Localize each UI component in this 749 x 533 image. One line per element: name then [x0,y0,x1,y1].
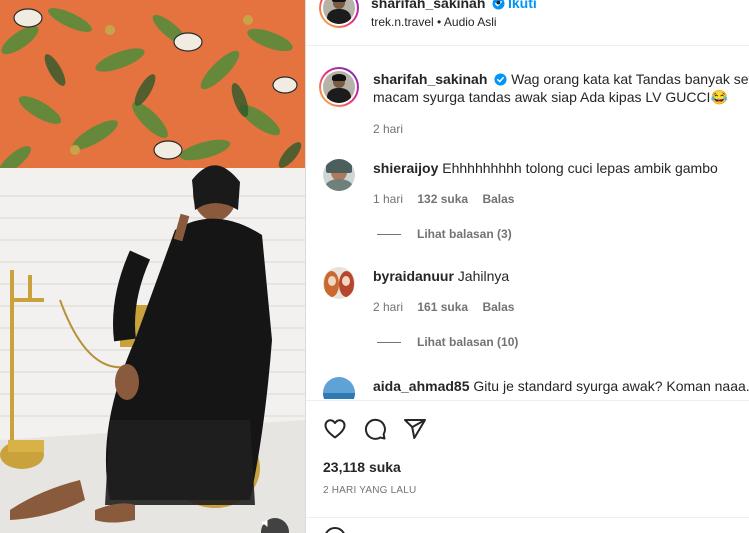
author-avatar[interactable] [319,0,359,28]
caption-time[interactable]: 2 hari [373,122,403,136]
verified-badge-icon [494,73,507,86]
caption-avatar[interactable] [319,67,359,107]
comment-body: Gitu je standard syurga awak? Koman naaa… [473,378,749,394]
post-header: sharifah_sakinah • Ikuti trek.n.travel •… [306,0,749,46]
comment-username[interactable]: byraidanuur [373,268,454,284]
add-comment-bar[interactable] [306,517,749,533]
post-date[interactable]: 2 HARI YANG LALU [323,485,416,496]
post-subtitle[interactable]: trek.n.travel • Audio Asli [371,15,497,29]
replies-line [377,342,401,344]
post-actions: 23,118 suka 2 HARI YANG LALU [306,400,749,533]
caption-username[interactable]: sharifah_sakinah [373,71,487,87]
author-username-text: sharifah_sakinah [371,0,486,11]
emoji-icon[interactable] [323,526,347,533]
comment-body: Jahilnya [457,268,510,284]
view-replies-button[interactable]: Lihat balasan (10) [377,335,518,349]
comment-text: aida_ahmad85 Gitu je standard syurga awa… [373,377,749,395]
post-media[interactable] [0,0,305,533]
view-replies-label: Lihat balasan (10) [417,335,519,349]
like-button[interactable] [323,417,347,446]
likes-count[interactable]: 23,118 suka [323,459,401,475]
comment-meta: 1 hari 132 suka Balas [373,192,525,206]
comment-likes[interactable]: 132 suka [417,192,468,206]
commenter-avatar[interactable] [323,159,355,191]
commenter-avatar[interactable] [323,377,355,399]
comment-likes[interactable]: 161 suka [417,300,468,314]
comment-time[interactable]: 1 hari [373,192,403,206]
comments-list[interactable]: sharifah_sakinah Wag orang kata kat Tand… [306,47,749,399]
comment-text: byraidanuur Jahilnya [373,267,749,285]
commenter-avatar[interactable] [323,267,355,299]
caption-text: Wag orang kata kat Tandas banyak setans [511,71,749,87]
reply-button[interactable]: Balas [482,192,514,206]
author-username[interactable]: sharifah_sakinah [371,0,505,11]
separator-dot: • [496,0,501,10]
caption: sharifah_sakinah Wag orang kata kat Tand… [373,70,749,106]
comment-meta: 2 hari 161 suka Balas [373,300,525,314]
comment-button[interactable] [363,417,387,446]
comment-username[interactable]: shieraijoy [373,160,438,176]
comment-body: Ehhhhhhhhh tolong cuci lepas ambik gambo [442,160,718,176]
share-button[interactable] [403,417,427,446]
reply-button[interactable]: Balas [482,300,514,314]
caption-text-line2: macam syurga tandas awak siap Ada kipas … [373,89,728,105]
share-icon [404,419,426,439]
comment-text: shieraijoy Ehhhhhhhhh tolong cuci lepas … [373,159,749,177]
comment-item: shieraijoy Ehhhhhhhhh tolong cuci lepas … [306,159,749,259]
follow-button[interactable]: Ikuti [508,0,537,11]
view-replies-label: Lihat balasan (3) [417,227,512,241]
heart-icon [324,419,346,439]
comment-time[interactable]: 2 hari [373,300,403,314]
post-photo [0,0,305,533]
replies-line [377,234,401,236]
comment-item: byraidanuur Jahilnya 2 hari 161 suka Bal… [306,267,749,367]
comment-icon [364,418,386,440]
comment-username[interactable]: aida_ahmad85 [373,378,470,394]
view-replies-button[interactable]: Lihat balasan (3) [377,227,512,241]
comment-item: aida_ahmad85 Gitu je standard syurga awa… [306,377,749,399]
post-panel: sharifah_sakinah • Ikuti trek.n.travel •… [305,0,749,533]
